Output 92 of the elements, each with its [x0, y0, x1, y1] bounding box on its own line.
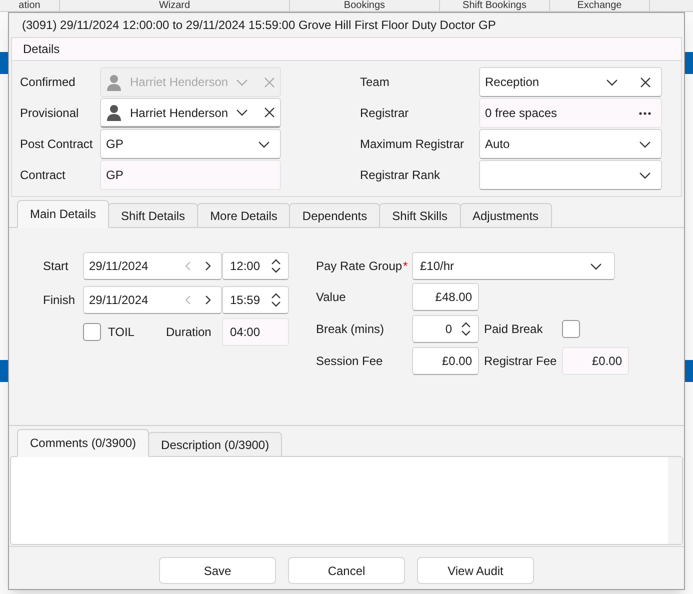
- lookup-field[interactable]: 0 free spaces: [479, 98, 662, 128]
- date-field[interactable]: 29/11/2024: [83, 286, 222, 314]
- person-icon: [106, 74, 122, 90]
- field-value: Reception: [485, 74, 540, 91]
- field-label: Contract: [20, 167, 66, 184]
- close-icon: [640, 76, 651, 88]
- chevron-down-icon: [639, 172, 651, 178]
- field-label: Maximum Registrar: [360, 136, 466, 153]
- text-field[interactable]: GP: [100, 160, 281, 190]
- field-value: 29/11/2024: [89, 292, 150, 309]
- tab[interactable]: Adjustments: [460, 203, 552, 228]
- dialog-button[interactable]: Save: [159, 557, 276, 584]
- field-label: Registrar: [360, 105, 410, 122]
- tab[interactable]: Description (0/3900): [148, 432, 282, 457]
- spinner-icon: [270, 258, 282, 274]
- column-header[interactable]: Bookings: [290, 0, 440, 11]
- comments-textarea[interactable]: [10, 456, 683, 545]
- dropdown-field[interactable]: Harriet Henderson: [100, 98, 281, 128]
- time-field[interactable]: 15:59: [222, 286, 289, 314]
- field-label: Post Contract: [20, 136, 94, 153]
- chevron-down-icon: [639, 140, 651, 148]
- dialog-button[interactable]: View Audit: [417, 557, 534, 584]
- field-value: 12:00: [230, 258, 260, 275]
- required-marker: *: [403, 258, 408, 275]
- person-icon: [106, 104, 122, 121]
- number-field[interactable]: £0.00: [412, 347, 479, 375]
- more-icon: [639, 112, 651, 114]
- dropdown-field[interactable]: Reception: [479, 67, 662, 97]
- field-label: Start: [43, 258, 70, 275]
- chevron-down-icon: [236, 78, 248, 86]
- checkbox[interactable]: [83, 323, 101, 341]
- column-header[interactable]: Exchange: [550, 0, 650, 11]
- window-title: (3091) 29/11/2024 12:00:00 to 29/11/2024 15:59:00 Grove Hill First Floor Duty Doctor GP: [21, 17, 497, 34]
- field-value: GP: [106, 136, 124, 153]
- field-value: £48.00: [435, 289, 472, 306]
- section-title: Details: [23, 41, 60, 58]
- selection-bar: [685, 52, 693, 74]
- chevron-down-icon: [606, 78, 618, 86]
- selection-bar: [0, 360, 8, 382]
- field-value: 0: [445, 321, 452, 338]
- field-label: Confirmed: [20, 74, 76, 91]
- field-label: Pay Rate Group: [316, 258, 402, 275]
- close-icon: [264, 76, 276, 88]
- checkbox[interactable]: [562, 320, 580, 338]
- number-field[interactable]: 0: [412, 315, 479, 343]
- field-label: Break (mins): [316, 321, 386, 338]
- field-label: Paid Break: [484, 321, 544, 338]
- field-value: 29/11/2024: [89, 258, 150, 275]
- field-value: 15:59: [230, 292, 260, 309]
- tab[interactable]: Comments (0/3900): [17, 429, 150, 457]
- field-label: Provisional: [20, 105, 80, 122]
- chevron-down-icon: [590, 262, 602, 270]
- field-label: Team: [360, 74, 390, 91]
- checkbox-label: TOIL: [108, 324, 136, 341]
- dropdown-field[interactable]: Auto: [479, 129, 662, 159]
- field-value: £10/hr: [420, 258, 456, 275]
- dropdown-field[interactable]: GP: [100, 129, 281, 159]
- dropdown-field[interactable]: £10/hr: [412, 252, 615, 280]
- chevron-down-icon: [258, 140, 270, 148]
- tab[interactable]: Main Details: [17, 200, 110, 228]
- chevron-left-icon: [185, 295, 191, 305]
- field-value: GP: [106, 167, 124, 184]
- chevron-right-icon: [205, 261, 211, 271]
- field-value: £0.00: [442, 353, 472, 370]
- field-value: Auto: [485, 136, 511, 153]
- field-label: Finish: [43, 292, 76, 309]
- number-field[interactable]: £48.00: [412, 283, 479, 311]
- time-field[interactable]: 12:00: [222, 252, 289, 280]
- close-icon: [264, 107, 276, 118]
- field-value: Harriet Henderson: [130, 104, 228, 122]
- field-label: Registrar Fee: [484, 353, 558, 370]
- field-value: Harriet Henderson: [130, 74, 228, 91]
- chevron-down-icon: [236, 109, 248, 116]
- column-header[interactable]: Shift Bookings: [440, 0, 550, 11]
- field-label: Duration: [166, 324, 212, 341]
- column-header[interactable]: Wizard: [60, 0, 290, 11]
- selection-bar: [0, 52, 8, 74]
- chevron-left-icon: [185, 261, 191, 271]
- field-label: Session Fee: [316, 353, 384, 370]
- field-label: Registrar Rank: [360, 167, 442, 184]
- field-value: 04:00: [230, 324, 260, 341]
- field-value: £0.00: [592, 353, 622, 370]
- selection-bar: [685, 360, 693, 382]
- date-field[interactable]: 29/11/2024: [83, 252, 222, 280]
- dropdown-field[interactable]: [479, 160, 662, 190]
- column-header[interactable]: ation: [0, 0, 60, 11]
- field-value: 0 free spaces: [485, 105, 558, 122]
- spinner-icon: [270, 292, 282, 308]
- spinner-icon: [460, 321, 472, 337]
- chevron-right-icon: [205, 295, 211, 305]
- dialog-button[interactable]: Cancel: [288, 557, 405, 584]
- field-label: Value: [316, 289, 347, 306]
